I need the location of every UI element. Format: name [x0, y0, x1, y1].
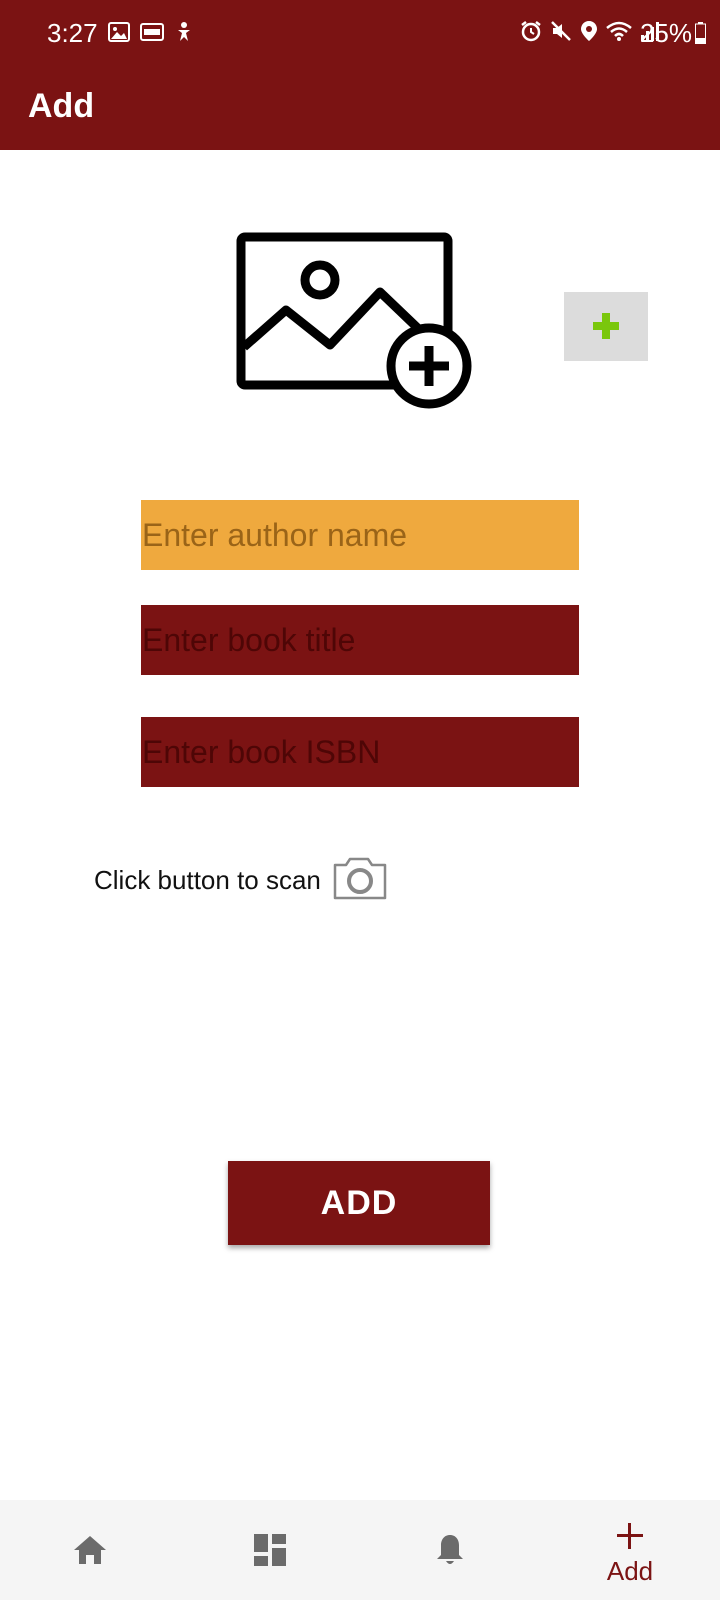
alarm-icon — [520, 20, 542, 47]
new-badge-icon — [140, 23, 164, 46]
plus-icon — [593, 313, 619, 339]
nav-item-dashboard[interactable] — [180, 1500, 360, 1600]
location-icon — [580, 20, 598, 47]
add-book-screen: 3:27 25% Add Enter author name Enter boo… — [0, 0, 720, 1600]
home-icon — [74, 1536, 106, 1564]
app-bar: Add — [0, 66, 720, 150]
nav-item-notifications[interactable] — [360, 1500, 540, 1600]
battery-percentage: 25% — [639, 18, 692, 48]
book-cover-image[interactable] — [236, 232, 480, 412]
image-icon — [108, 22, 130, 47]
add-image-button[interactable] — [564, 292, 648, 361]
nav-item-home[interactable] — [0, 1500, 180, 1600]
scan-label: Click button to scan — [94, 865, 321, 895]
nav-item-add[interactable]: Add — [540, 1500, 720, 1600]
mute-icon — [550, 20, 572, 47]
page-title: Add — [28, 87, 95, 125]
camera-icon — [333, 857, 387, 900]
wifi-icon — [606, 20, 632, 47]
accessibility-icon — [174, 21, 194, 48]
status-time: 3:27 — [47, 18, 98, 48]
plus-icon — [617, 1523, 643, 1549]
status-bar: 3:27 25% — [0, 0, 720, 66]
author-name-input[interactable] — [141, 500, 579, 570]
scan-button[interactable] — [332, 855, 388, 901]
book-isbn-input[interactable] — [141, 717, 579, 787]
nav-label-add: Add — [606, 1556, 654, 1586]
status-left-icons — [108, 21, 194, 48]
add-photo-icon — [236, 232, 472, 409]
battery-icon — [695, 22, 706, 44]
add-button[interactable]: ADD — [228, 1161, 490, 1245]
bottom-navigation: Add — [0, 1500, 720, 1600]
book-title-input[interactable] — [141, 605, 579, 675]
dashboard-icon — [254, 1534, 286, 1566]
bell-icon — [437, 1535, 463, 1564]
